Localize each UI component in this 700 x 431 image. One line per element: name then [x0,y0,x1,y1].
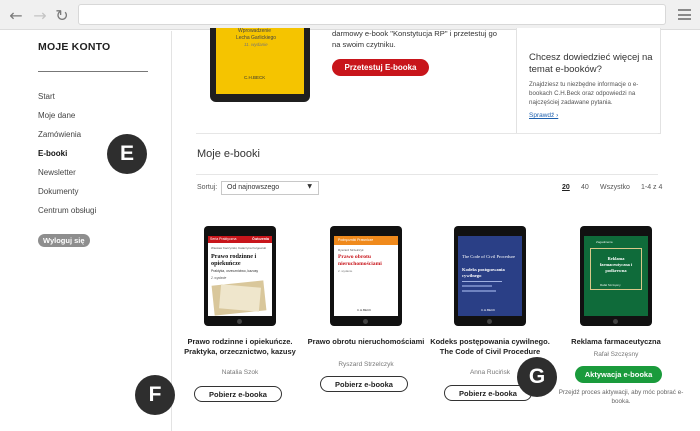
sidebar-item-ebooks[interactable]: E-booki [38,149,67,158]
sidebar-title: MOJE KONTO [38,41,111,53]
promo-cover-publisher: C.H.BECK [244,75,266,80]
tablet-home-button [613,319,618,324]
tablet-home-button [363,319,368,324]
ebook-cover: The Code of Civil Procedure Kodeks postę… [458,236,522,316]
results-range: 1-4 z 4 [641,184,663,191]
per-page-40[interactable]: 40 [581,184,589,191]
browser-toolbar: ← → ↻ [0,0,700,30]
download-ebook-button[interactable]: Pobierz e-booka [444,385,532,401]
ebook-card: Podręczniki Prawnicze Ryszard Strzelczyk… [296,226,436,431]
cover-title-pl: Kodeks postępowania cywilnego [462,267,505,278]
sidebar-item-newsletter[interactable]: Newsletter [38,168,76,177]
ebook-author: Ryszard Strzelczyk [338,361,394,368]
hamburger-icon[interactable] [678,9,691,20]
promo-text: darmowy e-book "Konstytucja RP" i przete… [332,29,497,49]
page-title: Moje e-booki [197,148,260,160]
promo-book-cover: Wprowadzenie Lecha Garlickiego 11. wydan… [216,28,304,94]
cover-edition: 2. wydanie [338,269,353,273]
sidebar-item-help-center[interactable]: Centrum obsługi [38,206,96,215]
download-ebook-button[interactable]: Pobierz e-booka [320,376,408,392]
ebook-cover: Podręczniki Prawnicze Ryszard Strzelczyk… [334,236,398,316]
test-ebook-button[interactable]: Przetestuj E-booka [332,59,429,76]
info-box-body: Znajdziesz tu niezbędne informacje o e-b… [529,81,639,106]
cover-photo [219,284,261,312]
section-divider [196,133,658,134]
sidebar-divider [38,71,148,72]
sort-select[interactable]: Od najnowszego ▼ [221,181,319,195]
cover-publisher: C.H.BECK [357,308,372,312]
promo-cover-line: Lecha Garlickiego [236,35,277,41]
ebook-author: Rafał Szczęsny [593,351,639,358]
ebook-card: Seria Praktyczna Ćwiczenia Wieslaw Kaczy… [170,226,310,431]
info-box-link[interactable]: Sprawdź › [529,112,558,119]
sidebar-item-orders[interactable]: Zamówienia [38,130,81,139]
arrow-right-icon[interactable]: → [31,6,49,25]
sidebar-item-start[interactable]: Start [38,92,55,101]
ebook-author: Natalia Szok [221,369,259,376]
tablet-home-button [487,319,492,324]
promo-cover-line: Wprowadzenie [238,28,272,34]
ebook-tablet-image[interactable]: Seria Praktyczna Ćwiczenia Wieslaw Kaczy… [204,226,276,326]
activation-note: Przejdź proces aktywacji, aby móc pobrać… [558,389,684,405]
ebook-info-box: Chcesz dowiedzieć więcej na temat e-book… [516,28,661,134]
ebook-tablet-image[interactable]: Podręczniki Prawnicze Ryszard Strzelczyk… [330,226,402,326]
sort-label: Sortuj: [197,184,218,191]
ebook-tablet-image[interactable]: Zagadnienia Reklama farmaceutyczna i pod… [580,226,652,326]
cover-author: Ryszard Strzelczyk [338,248,364,252]
marker-g: G [517,357,557,397]
cover-rule [462,281,502,282]
cover-series: Zagadnienia [596,240,613,244]
per-page-all[interactable]: Wszystko [600,184,630,191]
cover-title: Prawo obrotu nieruchomościami [338,254,382,267]
ebook-title: Prawo rodzinne i opiekuńcze. Praktyka, o… [184,337,296,356]
cover-brand: Ćwiczenia [252,237,269,241]
arrow-left-icon[interactable]: ← [7,6,25,25]
ebook-card: The Code of Civil Procedure Kodeks postę… [420,226,560,431]
marker-f: F [135,375,175,415]
download-ebook-button[interactable]: Pobierz e-booka [194,386,282,402]
sidebar-item-my-data[interactable]: Moje dane [38,111,75,120]
cover-author: Rafał Szczęsny [600,283,621,287]
address-bar[interactable] [78,4,666,25]
cover-edition: 2. wydanie [211,276,227,280]
cover-title: Prawo rodzinne i opiekuńcze [211,253,257,267]
account-sidebar: MOJE KONTO Start Moje dane Zamówienia E-… [0,31,172,431]
sidebar-item-documents[interactable]: Dokumenty [38,187,78,196]
ebook-cover: Seria Praktyczna Ćwiczenia Wieslaw Kaczy… [208,236,272,316]
activate-ebook-button[interactable]: Aktywacja e-booka [575,366,662,383]
tablet-home-button [237,319,242,324]
logout-button[interactable]: Wyloguj się [38,234,90,247]
ebook-title: Reklama farmaceutyczna [571,337,661,346]
marker-e: E [107,134,147,174]
ebook-cover: Zagadnienia Reklama farmaceutyczna i pod… [584,236,648,316]
ebook-title: Kodeks postępowania cywilnego. The Code … [430,337,550,356]
info-box-heading: Chcesz dowiedzieć więcej na temat e-book… [529,52,653,75]
cover-title-en: The Code of Civil Procedure [462,254,516,259]
reload-icon[interactable]: ↻ [53,6,71,25]
cover-authors: Wieslaw Kaczyński, Katarzyna Kulgowski [211,246,267,250]
ebook-card: Zagadnienia Reklama farmaceutyczna i pod… [546,226,686,431]
sort-select-value: Od najnowszego [227,184,280,191]
cover-line [462,290,496,292]
promo-tablet-image: Wprowadzenie Lecha Garlickiego 11. wydan… [210,28,310,102]
cover-series: Podręczniki Prawnicze [338,238,374,242]
section-divider [196,174,658,175]
promo-cover-edition: 11. wydanie [244,42,268,47]
cover-publisher: C.H.BECK [481,308,496,312]
cover-series: Seria Praktyczna [210,237,237,241]
cover-title: Reklama farmaceutyczna i podkrewna [599,256,633,273]
cover-subtitle: Praktyka, orzecznictwo, kazusy [211,269,259,273]
ebook-title: Prawo obrotu nieruchomościami [307,337,425,346]
per-page-20[interactable]: 20 [562,184,570,191]
caret-down-icon: ▼ [307,183,312,190]
cover-line [462,285,492,287]
ebook-tablet-image[interactable]: The Code of Civil Procedure Kodeks postę… [454,226,526,326]
